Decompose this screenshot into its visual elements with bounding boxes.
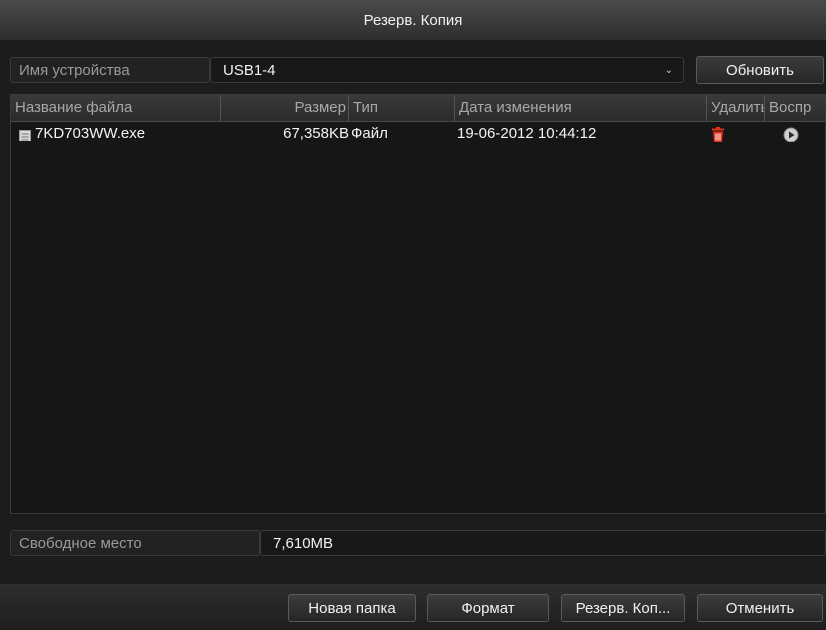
file-table: Название файла Размер Тип Дата изменения… — [10, 94, 826, 514]
column-header-name[interactable]: Название файла — [11, 95, 221, 121]
column-header-play[interactable]: Воспр — [765, 95, 826, 121]
chevron-down-icon: ⌄ — [664, 64, 673, 76]
cancel-button[interactable]: Отменить — [697, 594, 823, 622]
file-size: 67,358KB — [283, 125, 349, 142]
refresh-button[interactable]: Обновить — [696, 56, 824, 84]
table-row[interactable]: 7KD703WW.exe 67,358KB Файл 19-06-2012 10… — [11, 121, 825, 147]
column-header-size[interactable]: Размер — [221, 95, 349, 121]
file-type: Файл — [351, 125, 388, 142]
column-header-delete[interactable]: Удалить — [707, 95, 765, 121]
device-name-label: Имя устройства — [10, 57, 210, 83]
dialog-title-bar: Резерв. Копия — [0, 0, 826, 40]
free-space-label: Свободное место — [10, 530, 260, 556]
format-button[interactable]: Формат — [427, 594, 549, 622]
new-folder-button[interactable]: Новая папка — [288, 594, 416, 622]
file-modified: 19-06-2012 10:44:12 — [457, 125, 597, 142]
file-name: 7KD703WW.exe — [35, 125, 146, 142]
backup-panel: Имя устройства USB1-4 ⌄ Обновить Названи… — [0, 40, 826, 630]
backup-button[interactable]: Резерв. Коп... — [561, 594, 685, 622]
play-icon[interactable] — [783, 126, 799, 142]
table-header: Название файла Размер Тип Дата изменения… — [11, 95, 825, 122]
column-header-type[interactable]: Тип — [349, 95, 455, 121]
device-select[interactable]: USB1-4 ⌄ — [210, 57, 684, 83]
dialog-title: Резерв. Копия — [363, 11, 463, 29]
device-select-value: USB1-4 — [223, 61, 276, 79]
free-space-value: 7,610MB — [260, 530, 826, 556]
column-header-modified[interactable]: Дата изменения — [455, 95, 707, 121]
file-icon — [19, 127, 31, 141]
trash-icon[interactable] — [711, 126, 725, 142]
